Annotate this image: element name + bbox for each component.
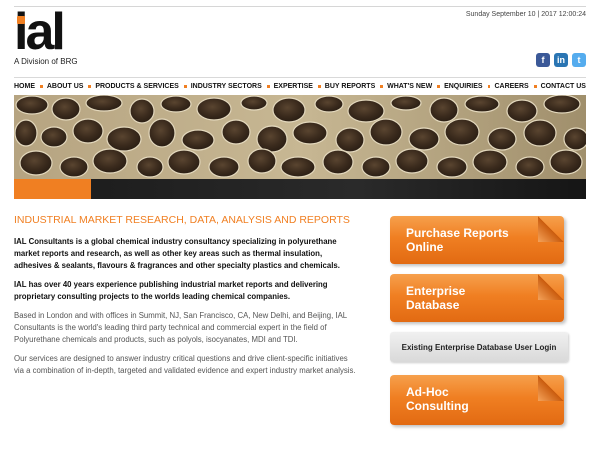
main-content: INDUSTRIAL MARKET RESEARCH, DATA, ANALYS… <box>14 214 358 384</box>
logo-wordmark: ial <box>14 3 66 61</box>
main-nav: HOME ABOUT US PRODUCTS & SERVICES INDUST… <box>14 77 586 96</box>
nav-contact-us[interactable]: CONTACT US <box>541 83 586 90</box>
purchase-reports-label: Purchase Reports Online <box>406 226 509 254</box>
nav-industry-sectors[interactable]: INDUSTRY SECTORS <box>191 83 262 90</box>
twitter-icon[interactable]: t <box>572 53 586 67</box>
nav-separator <box>487 85 491 88</box>
nav-separator <box>183 85 187 88</box>
nav-home[interactable]: HOME <box>14 83 35 90</box>
purchase-line-1: Purchase Reports <box>406 226 509 240</box>
nav-separator <box>437 85 441 88</box>
experience-paragraph: IAL has over 40 years experience publish… <box>14 280 328 301</box>
hero-banner <box>14 95 586 199</box>
date-time: Sunday September 10 | 2017 12:00:24 <box>465 11 586 18</box>
top-divider <box>14 6 586 7</box>
services-paragraph: Our services are designed to answer indu… <box>14 354 356 375</box>
nav-products-services[interactable]: PRODUCTS & SERVICES <box>95 83 179 90</box>
existing-user-login-button[interactable]: Existing Enterprise Database User Login <box>390 332 568 362</box>
ad-hoc-consulting-label: Ad-Hoc Consulting <box>406 385 469 413</box>
enterprise-line-2: Database <box>406 298 460 312</box>
logo-dot <box>17 16 25 24</box>
intro-paragraph: IAL Consultants is a global chemical ind… <box>14 237 340 270</box>
nav-separator <box>380 85 384 88</box>
nav-about-us[interactable]: ABOUT US <box>47 83 84 90</box>
enterprise-line-1: Enterprise <box>406 284 466 298</box>
offices-paragraph: Based in London and with offices in Summ… <box>14 311 347 344</box>
page-fold-corner <box>538 216 564 242</box>
adhoc-line-2: Consulting <box>406 399 469 413</box>
logo-subtitle: A Division of BRG <box>14 57 78 66</box>
adhoc-line-1: Ad-Hoc <box>406 385 449 399</box>
nav-separator <box>266 85 270 88</box>
nav-buy-reports[interactable]: BUY REPORTS <box>325 83 375 90</box>
page-fold-corner <box>538 375 564 401</box>
linkedin-icon[interactable]: in <box>554 53 568 67</box>
social-links: f in t <box>536 53 586 67</box>
nav-separator <box>40 85 43 88</box>
hero-dark-band <box>14 179 586 199</box>
sidebar-cta: Purchase Reports Online Enterprise Datab… <box>390 216 572 435</box>
enterprise-database-label: Enterprise Database <box>406 284 465 312</box>
facebook-icon[interactable]: f <box>536 53 550 67</box>
ad-hoc-consulting-button[interactable]: Ad-Hoc Consulting <box>390 375 564 425</box>
nav-whats-new[interactable]: WHAT'S NEW <box>387 83 432 90</box>
nav-separator <box>88 85 92 88</box>
nav-separator <box>317 85 321 88</box>
nav-enquiries[interactable]: ENQUIRIES <box>444 83 483 90</box>
purchase-line-2: Online <box>406 240 444 254</box>
page-fold-corner <box>538 274 564 300</box>
hero-orange-accent <box>14 179 91 199</box>
nav-careers[interactable]: CAREERS <box>494 83 528 90</box>
enterprise-database-button[interactable]: Enterprise Database <box>390 274 564 322</box>
nav-separator <box>533 85 537 88</box>
page-heading: INDUSTRIAL MARKET RESEARCH, DATA, ANALYS… <box>14 214 350 226</box>
purchase-reports-button[interactable]: Purchase Reports Online <box>390 216 564 264</box>
nav-expertise[interactable]: EXPERTISE <box>274 83 313 90</box>
